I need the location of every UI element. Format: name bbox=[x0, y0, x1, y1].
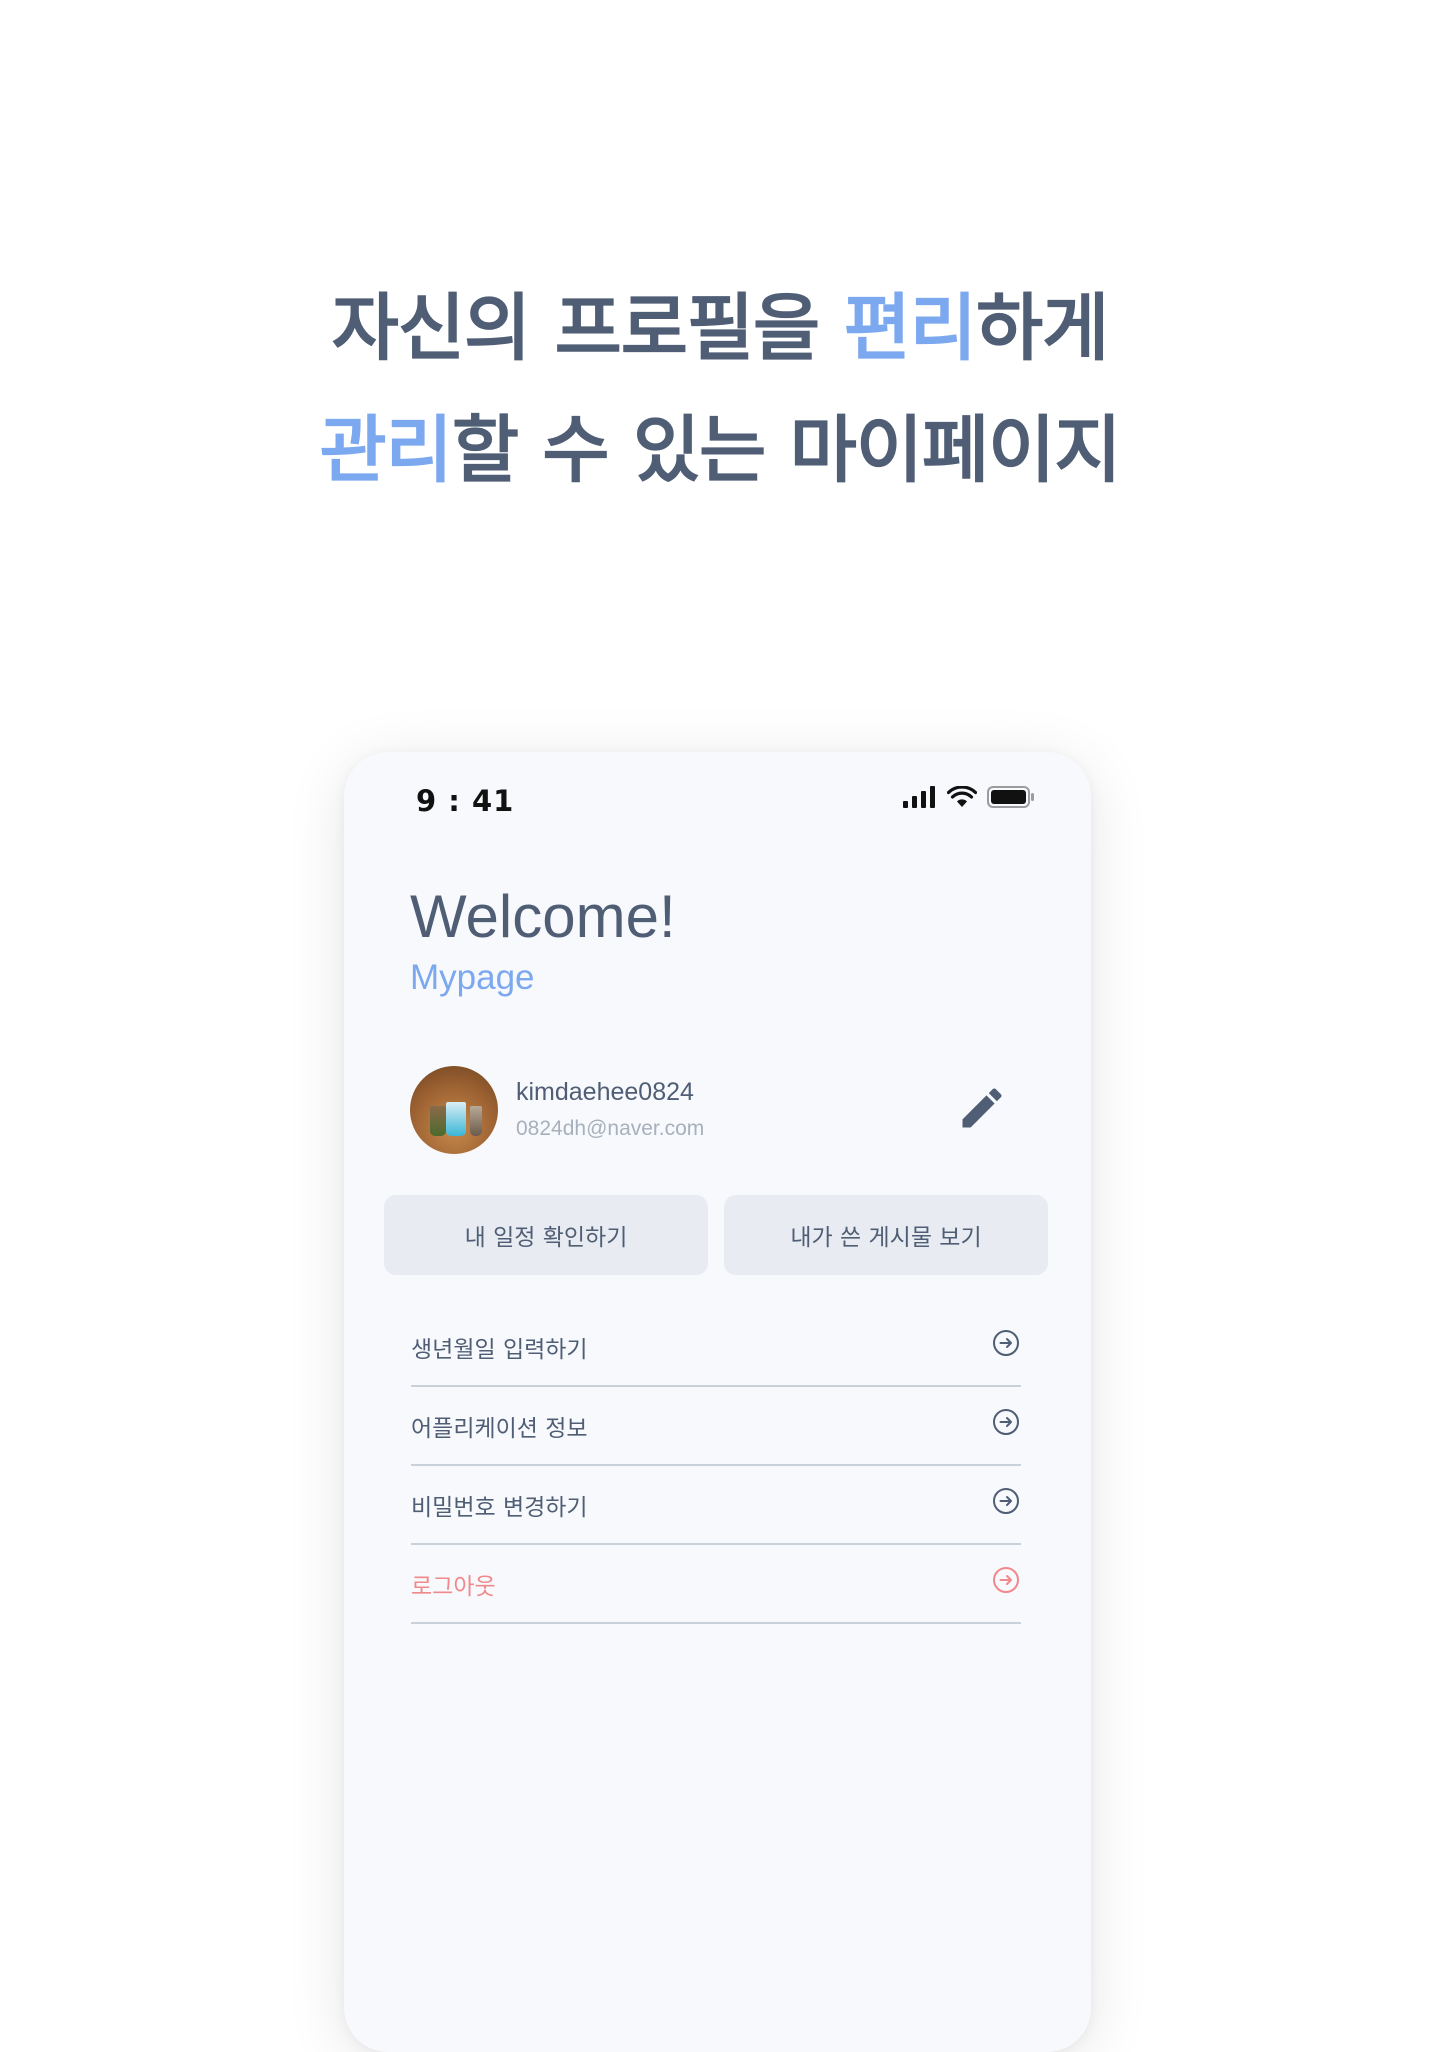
status-icons bbox=[903, 786, 1035, 808]
profile-email: 0824dh@naver.com bbox=[516, 1117, 705, 1140]
avatar[interactable] bbox=[410, 1066, 498, 1154]
menu-item-label: 비밀번호 변경하기 bbox=[411, 1495, 588, 1521]
menu-item-birthdate[interactable]: 생년월일 입력하기 bbox=[411, 1308, 1021, 1387]
arrow-right-circle-icon bbox=[993, 1488, 1019, 1514]
profile-username: kimdaehee0824 bbox=[516, 1078, 694, 1106]
arrow-right-circle-icon bbox=[993, 1409, 1019, 1435]
menu-item-change-password[interactable]: 비밀번호 변경하기 bbox=[411, 1466, 1021, 1545]
my-posts-button[interactable]: 내가 쓴 게시물 보기 bbox=[724, 1195, 1048, 1275]
menu-item-label: 어플리케이션 정보 bbox=[411, 1416, 588, 1442]
menu-item-logout[interactable]: 로그아웃 bbox=[411, 1545, 1021, 1624]
headline-line-1: 자신의 프로필을 편리하게 bbox=[0, 292, 1440, 365]
pencil-icon[interactable] bbox=[956, 1082, 1008, 1134]
settings-menu: 생년월일 입력하기 어플리케이션 정보 비밀번호 변경하기 로그아웃 bbox=[411, 1308, 1021, 1624]
wifi-icon bbox=[947, 786, 977, 807]
headline-text: 자신의 프로필을 bbox=[331, 286, 844, 371]
battery-icon bbox=[987, 786, 1034, 808]
page-subtitle: Mypage bbox=[410, 958, 535, 997]
headline-line-2: 관리할 수 있는 마이페이지 bbox=[0, 414, 1440, 487]
headline-highlight: 관리 bbox=[319, 408, 452, 493]
my-schedule-button[interactable]: 내 일정 확인하기 bbox=[384, 1195, 708, 1275]
status-time: 9 : 41 bbox=[416, 784, 515, 818]
signal-icon bbox=[903, 786, 935, 808]
menu-item-app-info[interactable]: 어플리케이션 정보 bbox=[411, 1387, 1021, 1466]
menu-item-label: 생년월일 입력하기 bbox=[411, 1337, 588, 1363]
logout-arrow-icon bbox=[993, 1567, 1019, 1593]
menu-item-label: 로그아웃 bbox=[411, 1574, 496, 1600]
headline-highlight: 편리 bbox=[843, 286, 977, 371]
arrow-right-circle-icon bbox=[993, 1330, 1019, 1356]
phone-mockup: 9 : 41 Welcome! Mypage kimdaehee0824 082… bbox=[344, 752, 1091, 2052]
page-title: Welcome! bbox=[410, 883, 676, 950]
headline-text: 하게 bbox=[975, 286, 1109, 371]
headline-text: 할 수 있는 마이페이지 bbox=[451, 408, 1122, 493]
